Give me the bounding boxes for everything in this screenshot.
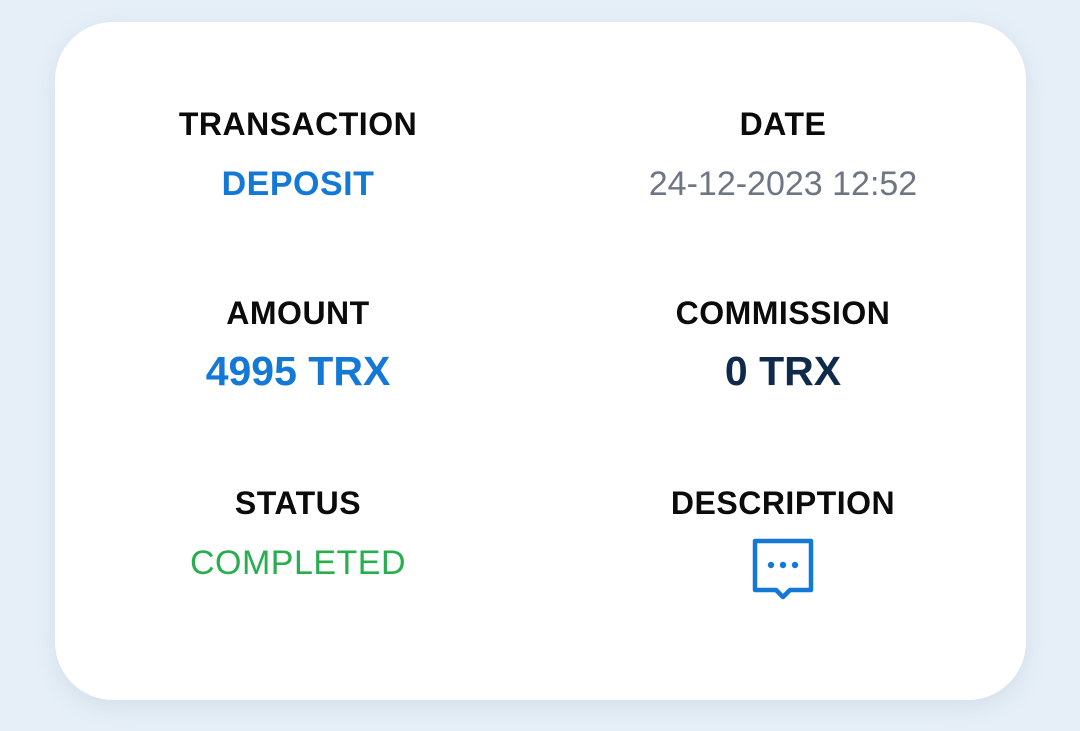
date-label: DATE (739, 106, 827, 142)
description-field: DESCRIPTION (573, 483, 993, 608)
status-value: COMPLETED (189, 544, 407, 582)
view-description-button[interactable] (750, 537, 816, 603)
amount-field: AMOUNT 4995 TRX (88, 293, 508, 394)
date-value: 24-12-2023 12:52 (648, 165, 918, 203)
transaction-field: TRANSACTION DEPOSIT (88, 104, 508, 204)
commission-value: 0 TRX (724, 348, 842, 394)
date-field: DATE 24-12-2023 12:52 (573, 104, 993, 204)
transaction-label: TRANSACTION (178, 106, 418, 142)
comment-dots-icon (752, 538, 814, 600)
transaction-details-card: TRANSACTION DEPOSIT DATE 24-12-2023 12:5… (55, 22, 1026, 700)
status-label: STATUS (234, 485, 362, 521)
amount-value: 4995 TRX (205, 348, 391, 394)
commission-label: COMMISSION (675, 295, 891, 331)
transaction-type-value: DEPOSIT (221, 165, 375, 203)
amount-label: AMOUNT (226, 295, 370, 331)
description-label: DESCRIPTION (670, 485, 896, 521)
status-field: STATUS COMPLETED (88, 483, 508, 583)
commission-field: COMMISSION 0 TRX (573, 293, 993, 394)
